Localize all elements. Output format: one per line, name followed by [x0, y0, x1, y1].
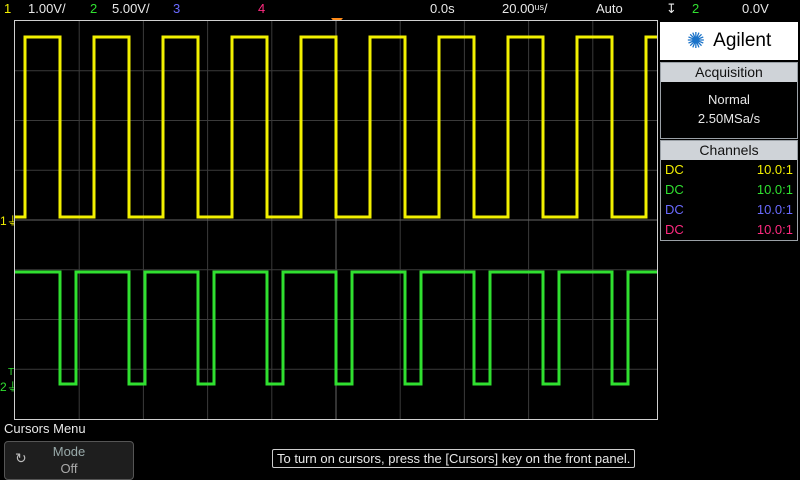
sample-rate: 2.50MSa/s — [697, 111, 761, 126]
channel-row-2: DC 10.0:1 — [661, 180, 797, 200]
cursor-mode-softkey[interactable]: ↻ Mode Off — [4, 441, 134, 480]
channel-coupling: DC — [665, 202, 684, 217]
ch1-trace — [15, 35, 657, 219]
softkey-bar: Cursors Menu ↻ Mode Off To turn on curso… — [0, 421, 800, 480]
brand-name: Agilent — [713, 30, 772, 51]
channel-coupling: DC — [665, 162, 684, 177]
channel-probe: 10.0:1 — [756, 182, 793, 197]
waveform-display[interactable] — [14, 20, 658, 420]
agilent-spark-icon: ✺ — [686, 28, 706, 53]
trigger-level[interactable]: 0.0V — [742, 0, 769, 18]
ch4-number[interactable]: 4 — [258, 0, 265, 18]
waveform-canvas — [15, 21, 657, 419]
status-bar: 1 1.00V/ 2 5.00V/ 3 4 0.0s 20.00ᵘˢ/ Auto… — [0, 0, 800, 18]
softkey-value: Off — [60, 461, 78, 476]
channels-header: Channels — [661, 141, 797, 160]
menu-title: Cursors Menu — [4, 421, 86, 436]
acquisition-mode: Normal — [708, 92, 750, 107]
brand-logo: ✺ Agilent — [660, 22, 798, 60]
channels-panel: Channels DC 10.0:1 DC 10.0:1 DC 10.0:1 D… — [660, 140, 798, 241]
channel-probe: 10.0:1 — [756, 222, 793, 237]
ch2-trace — [15, 270, 657, 386]
trigger-mode[interactable]: Auto — [596, 0, 623, 18]
ch3-number[interactable]: 3 — [173, 0, 180, 18]
channel-probe: 10.0:1 — [756, 162, 793, 177]
cursor-hint-message: To turn on cursors, press the [Cursors] … — [272, 449, 636, 468]
ch1-scale[interactable]: 1.00V/ — [28, 0, 66, 18]
trigger-edge-icon: ↧ — [666, 1, 677, 16]
acquisition-header: Acquisition — [661, 63, 797, 82]
ch2-number[interactable]: 2 — [90, 0, 97, 18]
time-delay[interactable]: 0.0s — [430, 0, 455, 18]
time-scale[interactable]: 20.00ᵘˢ/ — [502, 0, 548, 18]
softkey-label: Mode — [52, 444, 86, 459]
ch1-number[interactable]: 1 — [4, 0, 11, 18]
channel-coupling: DC — [665, 222, 684, 237]
acquisition-panel: Acquisition Normal 2.50MSa/s — [660, 62, 798, 139]
ch1-marker-label: 1 — [0, 214, 7, 228]
channel-row-4: DC 10.0:1 — [661, 220, 797, 240]
channel-coupling: DC — [665, 182, 684, 197]
channel-probe: 10.0:1 — [756, 202, 793, 217]
channel-row-3: DC 10.0:1 — [661, 200, 797, 220]
trigger-source[interactable]: 2 — [692, 0, 699, 18]
channel-row-1: DC 10.0:1 — [661, 160, 797, 180]
ch2-scale[interactable]: 5.00V/ — [112, 0, 150, 18]
ch2-marker-label: 2 — [0, 380, 7, 394]
